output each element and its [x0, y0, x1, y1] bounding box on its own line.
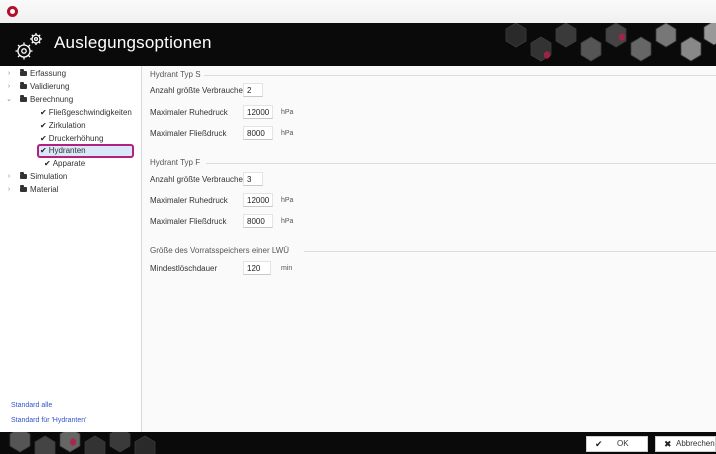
- gears-icon: [15, 33, 42, 60]
- tree-item-apparate[interactable]: ✔ Apparate: [44, 158, 85, 170]
- section-title-typ-s: Hydrant Typ S: [150, 70, 201, 79]
- section-divider: [206, 163, 716, 164]
- tree-item-erfassung[interactable]: › Erfassung: [8, 68, 67, 80]
- app-logo-icon: [7, 6, 18, 17]
- folder-icon: [20, 172, 27, 179]
- typ-s-count-input[interactable]: 2: [243, 83, 263, 97]
- typ-s-flow-pressure-label: Maximaler Fließdruck: [150, 129, 227, 138]
- checkmark-icon: ✔: [595, 439, 603, 449]
- typ-f-rest-pressure-input[interactable]: 12000: [243, 193, 273, 207]
- tree-item-label: Zirkulation: [48, 121, 86, 130]
- checkmark-icon: ✔: [40, 146, 47, 155]
- tree-item-label: Erfassung: [30, 69, 67, 78]
- cancel-button[interactable]: ✖ Abbrechen: [655, 436, 716, 452]
- tree-item-material[interactable]: › Material: [8, 184, 59, 196]
- typ-f-flow-pressure-label: Maximaler Fließdruck: [150, 217, 227, 226]
- tree-item-simulation[interactable]: › Simulation: [8, 171, 68, 183]
- tree-item-berechnung[interactable]: ⌄ Berechnung: [6, 94, 74, 106]
- typ-f-rest-pressure-label: Maximaler Ruhedruck: [150, 196, 228, 205]
- chevron-right-icon[interactable]: ›: [5, 68, 13, 80]
- section-title-storage: Größe des Vorratsspeichers einer LWÜ: [150, 246, 290, 255]
- typ-s-rest-pressure-label: Maximaler Ruhedruck: [150, 108, 228, 117]
- dialog-header: Auslegungsoptionen: [0, 23, 716, 66]
- typ-s-rest-pressure-unit: hPa: [281, 109, 294, 116]
- tree-item-hydranten[interactable]: ✔ Hydranten: [40, 145, 86, 157]
- section-divider: [204, 75, 716, 76]
- folder-icon: [20, 69, 27, 76]
- tree-item-label: Fließgeschwindigkeiten: [48, 108, 132, 117]
- typ-f-flow-pressure-input[interactable]: 8000: [243, 214, 273, 228]
- x-icon: ✖: [664, 439, 672, 449]
- storage-duration-unit: min: [281, 265, 293, 272]
- typ-f-count-label: Anzahl größte Verbraucher: [150, 175, 246, 184]
- tree-item-fliessgeschwindigkeiten[interactable]: ✔ Fließgeschwindigkeiten: [40, 107, 132, 119]
- typ-s-flow-pressure-input[interactable]: 8000: [243, 126, 273, 140]
- tree-item-label: Material: [30, 185, 59, 194]
- tree-item-druckerhoehung[interactable]: ✔ Druckerhöhung: [40, 133, 103, 145]
- checkmark-icon: ✔: [40, 108, 47, 117]
- dialog-footer: ✔ OK ✖ Abbrechen: [0, 432, 716, 454]
- checkmark-icon: ✔: [44, 159, 51, 168]
- standard-all-link[interactable]: Standard alle: [11, 402, 52, 409]
- page-title: Auslegungsoptionen: [54, 33, 212, 52]
- ok-button[interactable]: ✔ OK: [586, 436, 648, 452]
- typ-f-count-input[interactable]: 3: [243, 172, 263, 186]
- folder-icon: [20, 185, 27, 192]
- tree-item-validierung[interactable]: › Validierung: [8, 81, 70, 93]
- typ-f-rest-pressure-unit: hPa: [281, 197, 294, 204]
- checkmark-icon: ✔: [40, 134, 47, 143]
- chevron-right-icon[interactable]: ›: [5, 81, 13, 93]
- chevron-right-icon[interactable]: ›: [5, 171, 13, 183]
- tree-item-label: Druckerhöhung: [48, 134, 104, 143]
- typ-s-count-label: Anzahl größte Verbraucher: [150, 86, 246, 95]
- tree-item-label: Hydranten: [48, 146, 86, 155]
- typ-f-flow-pressure-unit: hPa: [281, 218, 294, 225]
- window-titlebar: [0, 0, 716, 24]
- storage-duration-label: Mindestlöschdauer: [150, 264, 218, 273]
- cancel-button-label: Abbrechen: [676, 439, 715, 448]
- tree-item-zirkulation[interactable]: ✔ Zirkulation: [40, 120, 86, 132]
- tree-item-label: Berechnung: [30, 95, 74, 104]
- tree-item-label: Validierung: [30, 82, 70, 91]
- chevron-down-icon[interactable]: ⌄: [5, 94, 13, 106]
- storage-duration-input[interactable]: 120: [243, 261, 271, 275]
- hexagon-pattern-decoration: [505, 23, 716, 62]
- tree-item-label: Apparate: [52, 159, 86, 168]
- typ-s-rest-pressure-input[interactable]: 12000: [243, 105, 273, 119]
- folder-icon: [20, 82, 27, 89]
- section-divider: [304, 251, 716, 252]
- hexagon-pattern-decoration: [9, 432, 156, 454]
- standard-current-link[interactable]: Standard für 'Hydranten': [11, 417, 86, 424]
- typ-s-flow-pressure-unit: hPa: [281, 130, 294, 137]
- chevron-right-icon[interactable]: ›: [5, 184, 13, 196]
- checkmark-icon: ✔: [40, 121, 47, 130]
- options-panel: Hydrant Typ S Anzahl größte Verbraucher …: [142, 66, 716, 432]
- options-tree: › Erfassung › Validierung ⌄ Berechnung ✔…: [0, 66, 142, 432]
- tree-item-label: Simulation: [30, 172, 68, 181]
- folder-open-icon: [20, 95, 27, 102]
- ok-button-label: OK: [617, 439, 629, 448]
- section-title-typ-f: Hydrant Typ F: [150, 158, 201, 167]
